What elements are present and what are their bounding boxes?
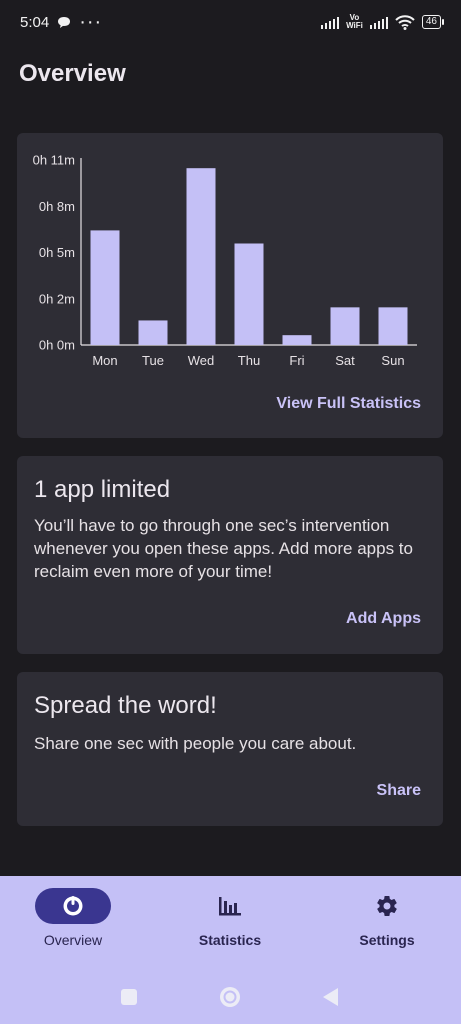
gear-icon xyxy=(377,896,397,917)
app-limit-title: 1 app limited xyxy=(34,476,171,503)
app-limit-card: 1 app limited You’ll have to go through … xyxy=(17,456,443,654)
nav-item-statistics[interactable]: Statistics xyxy=(170,888,290,948)
share-description: Share one sec with people you care about… xyxy=(34,734,357,753)
y-tick-label: 0h 2m xyxy=(39,291,75,306)
x-tick-label-sat: Sat xyxy=(335,353,355,368)
bar-thu xyxy=(234,243,264,345)
nav-item-settings[interactable]: Settings xyxy=(327,888,447,948)
bar-tue xyxy=(138,320,168,345)
x-tick-label-mon: Mon xyxy=(92,353,117,368)
bar-sat xyxy=(330,307,360,345)
battery-indicator: 46 xyxy=(421,15,445,29)
share-card: Spread the word! Share one sec with peop… xyxy=(17,672,443,826)
view-full-statistics-link[interactable]: View Full Statistics xyxy=(276,395,421,413)
more-notifications-dots: ··· xyxy=(79,10,103,33)
x-tick-label-thu: Thu xyxy=(238,353,260,368)
system-navigation-bar xyxy=(0,985,461,1009)
share-button[interactable]: Share xyxy=(377,782,421,800)
x-tick-label-wed: Wed xyxy=(188,353,215,368)
status-time: 5:04 xyxy=(20,13,50,31)
chat-bubble-icon xyxy=(58,16,71,28)
nav-settings-label: Settings xyxy=(359,932,415,948)
wifi-icon xyxy=(395,14,415,30)
signal-icon xyxy=(321,15,340,29)
x-tick-label-tue: Tue xyxy=(142,353,164,368)
x-tick-label-fri: Fri xyxy=(289,353,304,368)
nav-item-overview[interactable]: Overview xyxy=(13,888,133,948)
overview-chart-card: 0h 0m 0h 2m 0h 5m 0h 8m 0h 11m Mon Tue Wed Thu Fr… xyxy=(17,133,443,438)
overview-dial-icon xyxy=(63,896,83,916)
back-icon[interactable] xyxy=(321,987,339,1007)
bar-chart-icon xyxy=(219,897,241,916)
add-apps-button[interactable]: Add Apps xyxy=(346,610,421,628)
x-tick-label-sun: Sun xyxy=(381,353,404,368)
signal-icon-2 xyxy=(369,15,388,29)
nav-overview-label: Overview xyxy=(43,932,103,948)
weekly-usage-chart: 0h 0m 0h 2m 0h 5m 0h 8m 0h 11m Mon Tue Wed Thu Fr… xyxy=(33,153,417,368)
status-bar: 5:04 ··· Vo WiFi 46 xyxy=(0,0,461,44)
y-tick-label: 0h 5m xyxy=(39,245,75,260)
app-limit-description: You’ll have to go through one sec’s inte… xyxy=(34,516,413,581)
home-icon[interactable] xyxy=(218,985,242,1009)
y-tick-label: 0h 11m xyxy=(33,153,75,168)
nav-statistics-label: Statistics xyxy=(198,932,262,948)
page-title: Overview xyxy=(19,60,126,87)
vowifi-indicator: Vo WiFi xyxy=(346,13,363,30)
recent-apps-icon[interactable] xyxy=(120,988,138,1006)
bar-fri xyxy=(282,335,312,345)
y-tick-label: 0h 0m xyxy=(39,338,75,353)
nav-overview-active-pill[interactable] xyxy=(35,888,111,924)
bar-mon xyxy=(90,230,120,345)
status-right: Vo WiFi 46 xyxy=(321,13,445,30)
status-left: 5:04 ··· xyxy=(20,11,102,34)
share-title: Spread the word! xyxy=(34,692,217,719)
y-tick-label: 0h 8m xyxy=(39,199,75,214)
bar-sun xyxy=(378,307,408,345)
bar-wed xyxy=(186,168,216,345)
